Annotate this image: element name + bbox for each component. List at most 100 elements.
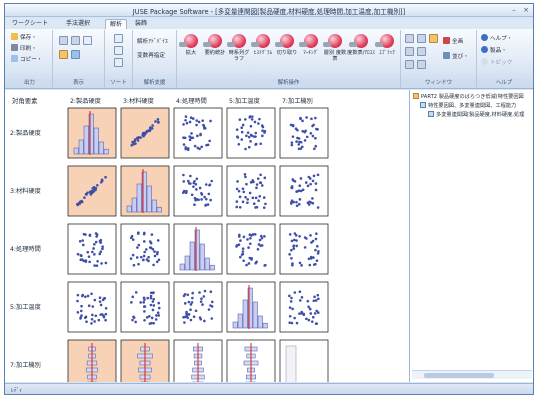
data-point xyxy=(247,246,250,249)
topic-button[interactable]: トピック xyxy=(481,58,512,67)
data-point xyxy=(246,131,250,134)
tree-node-root[interactable]: PART2 製品硬度のばらつき低減(特性要因図 xyxy=(413,93,533,100)
sort-asc-icon[interactable] xyxy=(114,34,123,43)
tab-analysis[interactable]: 解析 xyxy=(105,19,127,29)
color-icon[interactable] xyxy=(59,50,68,59)
data-point xyxy=(142,301,146,304)
tree-horizontal-scrollbar[interactable] xyxy=(412,370,532,379)
data-point xyxy=(84,233,87,236)
tree-node-child1[interactable]: 特性要因図、多変量連関図、工程能力 xyxy=(420,102,532,109)
data-point xyxy=(145,248,148,251)
data-point xyxy=(184,115,188,118)
tab-method-select[interactable]: 手法選択 xyxy=(61,19,95,29)
window-cascade-icon[interactable] xyxy=(417,34,426,43)
data-point xyxy=(297,143,301,146)
data-point xyxy=(182,180,186,183)
layout-icon[interactable] xyxy=(83,36,92,45)
data-point xyxy=(293,316,296,320)
scatter-matrix-svg: 対角要素 2:製品硬度 3:材料硬度 4:処理時間 5:加工温度 7:加工機別 2:製品硬度… xyxy=(10,96,329,382)
data-point xyxy=(288,306,292,309)
data-point xyxy=(104,318,107,322)
data-point xyxy=(131,318,134,322)
close-icon[interactable]: × xyxy=(521,6,531,15)
tree-node-child2[interactable]: 多変量連関図[製品硬度,材料硬度,処理 xyxy=(428,111,532,118)
category-box xyxy=(285,345,297,382)
histogram-button[interactable]: ﾋｽﾄｸﾞﾗﾑ xyxy=(251,34,275,76)
sort-reset-icon[interactable] xyxy=(114,58,123,67)
data-point xyxy=(137,262,140,266)
matrix-cell xyxy=(173,107,223,159)
print-button[interactable]: 印刷・ xyxy=(11,44,37,53)
data-point xyxy=(255,186,258,190)
help-button[interactable]: ヘルプ・ xyxy=(481,34,512,43)
window-new-icon[interactable] xyxy=(417,47,426,56)
zoom-out-icon[interactable] xyxy=(71,36,80,45)
window-active-icon[interactable] xyxy=(429,34,438,43)
window-split-icon[interactable] xyxy=(405,47,414,56)
sort-desc-icon[interactable] xyxy=(114,46,123,55)
eblack-button[interactable]: ｴﾌﾞﾗｯｸ xyxy=(375,34,399,76)
data-point xyxy=(136,136,140,140)
data-point xyxy=(157,306,161,310)
data-point xyxy=(293,238,296,242)
document-icon xyxy=(420,102,426,108)
data-point xyxy=(312,299,316,303)
enlarge-button[interactable]: 拡大 xyxy=(179,34,203,76)
freq-table-button[interactable]: 度数表/ｱﾛｺｽ xyxy=(347,34,375,76)
analysis-advice-button[interactable]: 解析ｱﾄﾞﾊﾞｲｽ xyxy=(137,38,168,46)
data-point xyxy=(183,315,187,319)
data-point xyxy=(305,116,308,119)
data-point xyxy=(100,179,104,183)
tab-worksheet[interactable]: ワークシート xyxy=(11,19,49,29)
data-point xyxy=(239,255,242,259)
data-point xyxy=(195,123,198,127)
histogram-bar xyxy=(131,197,137,213)
data-point xyxy=(135,256,139,259)
matrix-cell xyxy=(173,281,223,333)
histogram-bar xyxy=(93,127,99,155)
histogram-bar xyxy=(156,206,162,213)
data-point xyxy=(256,247,260,251)
data-point xyxy=(186,148,190,151)
folder-icon xyxy=(413,93,419,99)
fullscreen-button[interactable]: 全画 xyxy=(443,37,463,46)
column-header: 4:処理時間 xyxy=(176,97,207,105)
data-point xyxy=(257,122,260,125)
stratified-freq-button[interactable]: 層別 度数表 xyxy=(323,34,347,76)
data-point xyxy=(76,299,79,303)
histogram-bar xyxy=(179,263,185,271)
product-button[interactable]: 製品・ xyxy=(481,46,507,55)
data-point xyxy=(241,200,245,204)
grid-icon[interactable] xyxy=(71,50,80,59)
data-point xyxy=(307,175,311,179)
arrange-button[interactable]: 並び・ xyxy=(443,52,469,61)
window-grid-icon[interactable] xyxy=(417,60,426,69)
save-button[interactable]: 保存・ xyxy=(11,33,37,42)
scroll-thumb[interactable] xyxy=(424,373,494,378)
ribbon: 保存・ 印刷・ コピー・ 出力 表示 ソート 解析ｱﾄﾞﾊﾞｲｽ 変数再指定 解… xyxy=(5,29,533,89)
marking-button[interactable]: ﾏｰｷﾝｸﾞ xyxy=(299,34,323,76)
tab-decoration[interactable]: 装飾 xyxy=(131,19,151,29)
data-point xyxy=(94,240,98,244)
group-window: 全画 並び・ ウィンドウ xyxy=(401,30,477,88)
data-point xyxy=(288,253,291,256)
data-point xyxy=(294,234,298,237)
time-series-button[interactable]: 時系列グラフ xyxy=(227,34,251,76)
window-arrange-icon[interactable] xyxy=(405,60,414,69)
histogram-bar xyxy=(189,241,195,271)
copy-button[interactable]: コピー・ xyxy=(11,55,42,64)
respecify-variables-button[interactable]: 変数再指定 xyxy=(137,52,165,60)
data-point xyxy=(261,129,264,133)
minimize-icon[interactable]: – xyxy=(509,6,519,15)
data-point xyxy=(289,202,293,205)
histogram-bar xyxy=(103,148,109,155)
data-point xyxy=(103,296,107,300)
summary-stats-button[interactable]: 要約統計 xyxy=(203,34,227,76)
zoom-in-icon[interactable] xyxy=(59,36,68,45)
data-point xyxy=(247,145,251,149)
cut-button[interactable]: 切り取り xyxy=(275,34,299,76)
group-output: 保存・ 印刷・ コピー・ 出力 xyxy=(7,30,53,88)
data-point xyxy=(235,187,239,191)
window-tile-icon[interactable] xyxy=(405,34,414,43)
group-analysis-support-label: 解析支援 xyxy=(133,79,176,87)
